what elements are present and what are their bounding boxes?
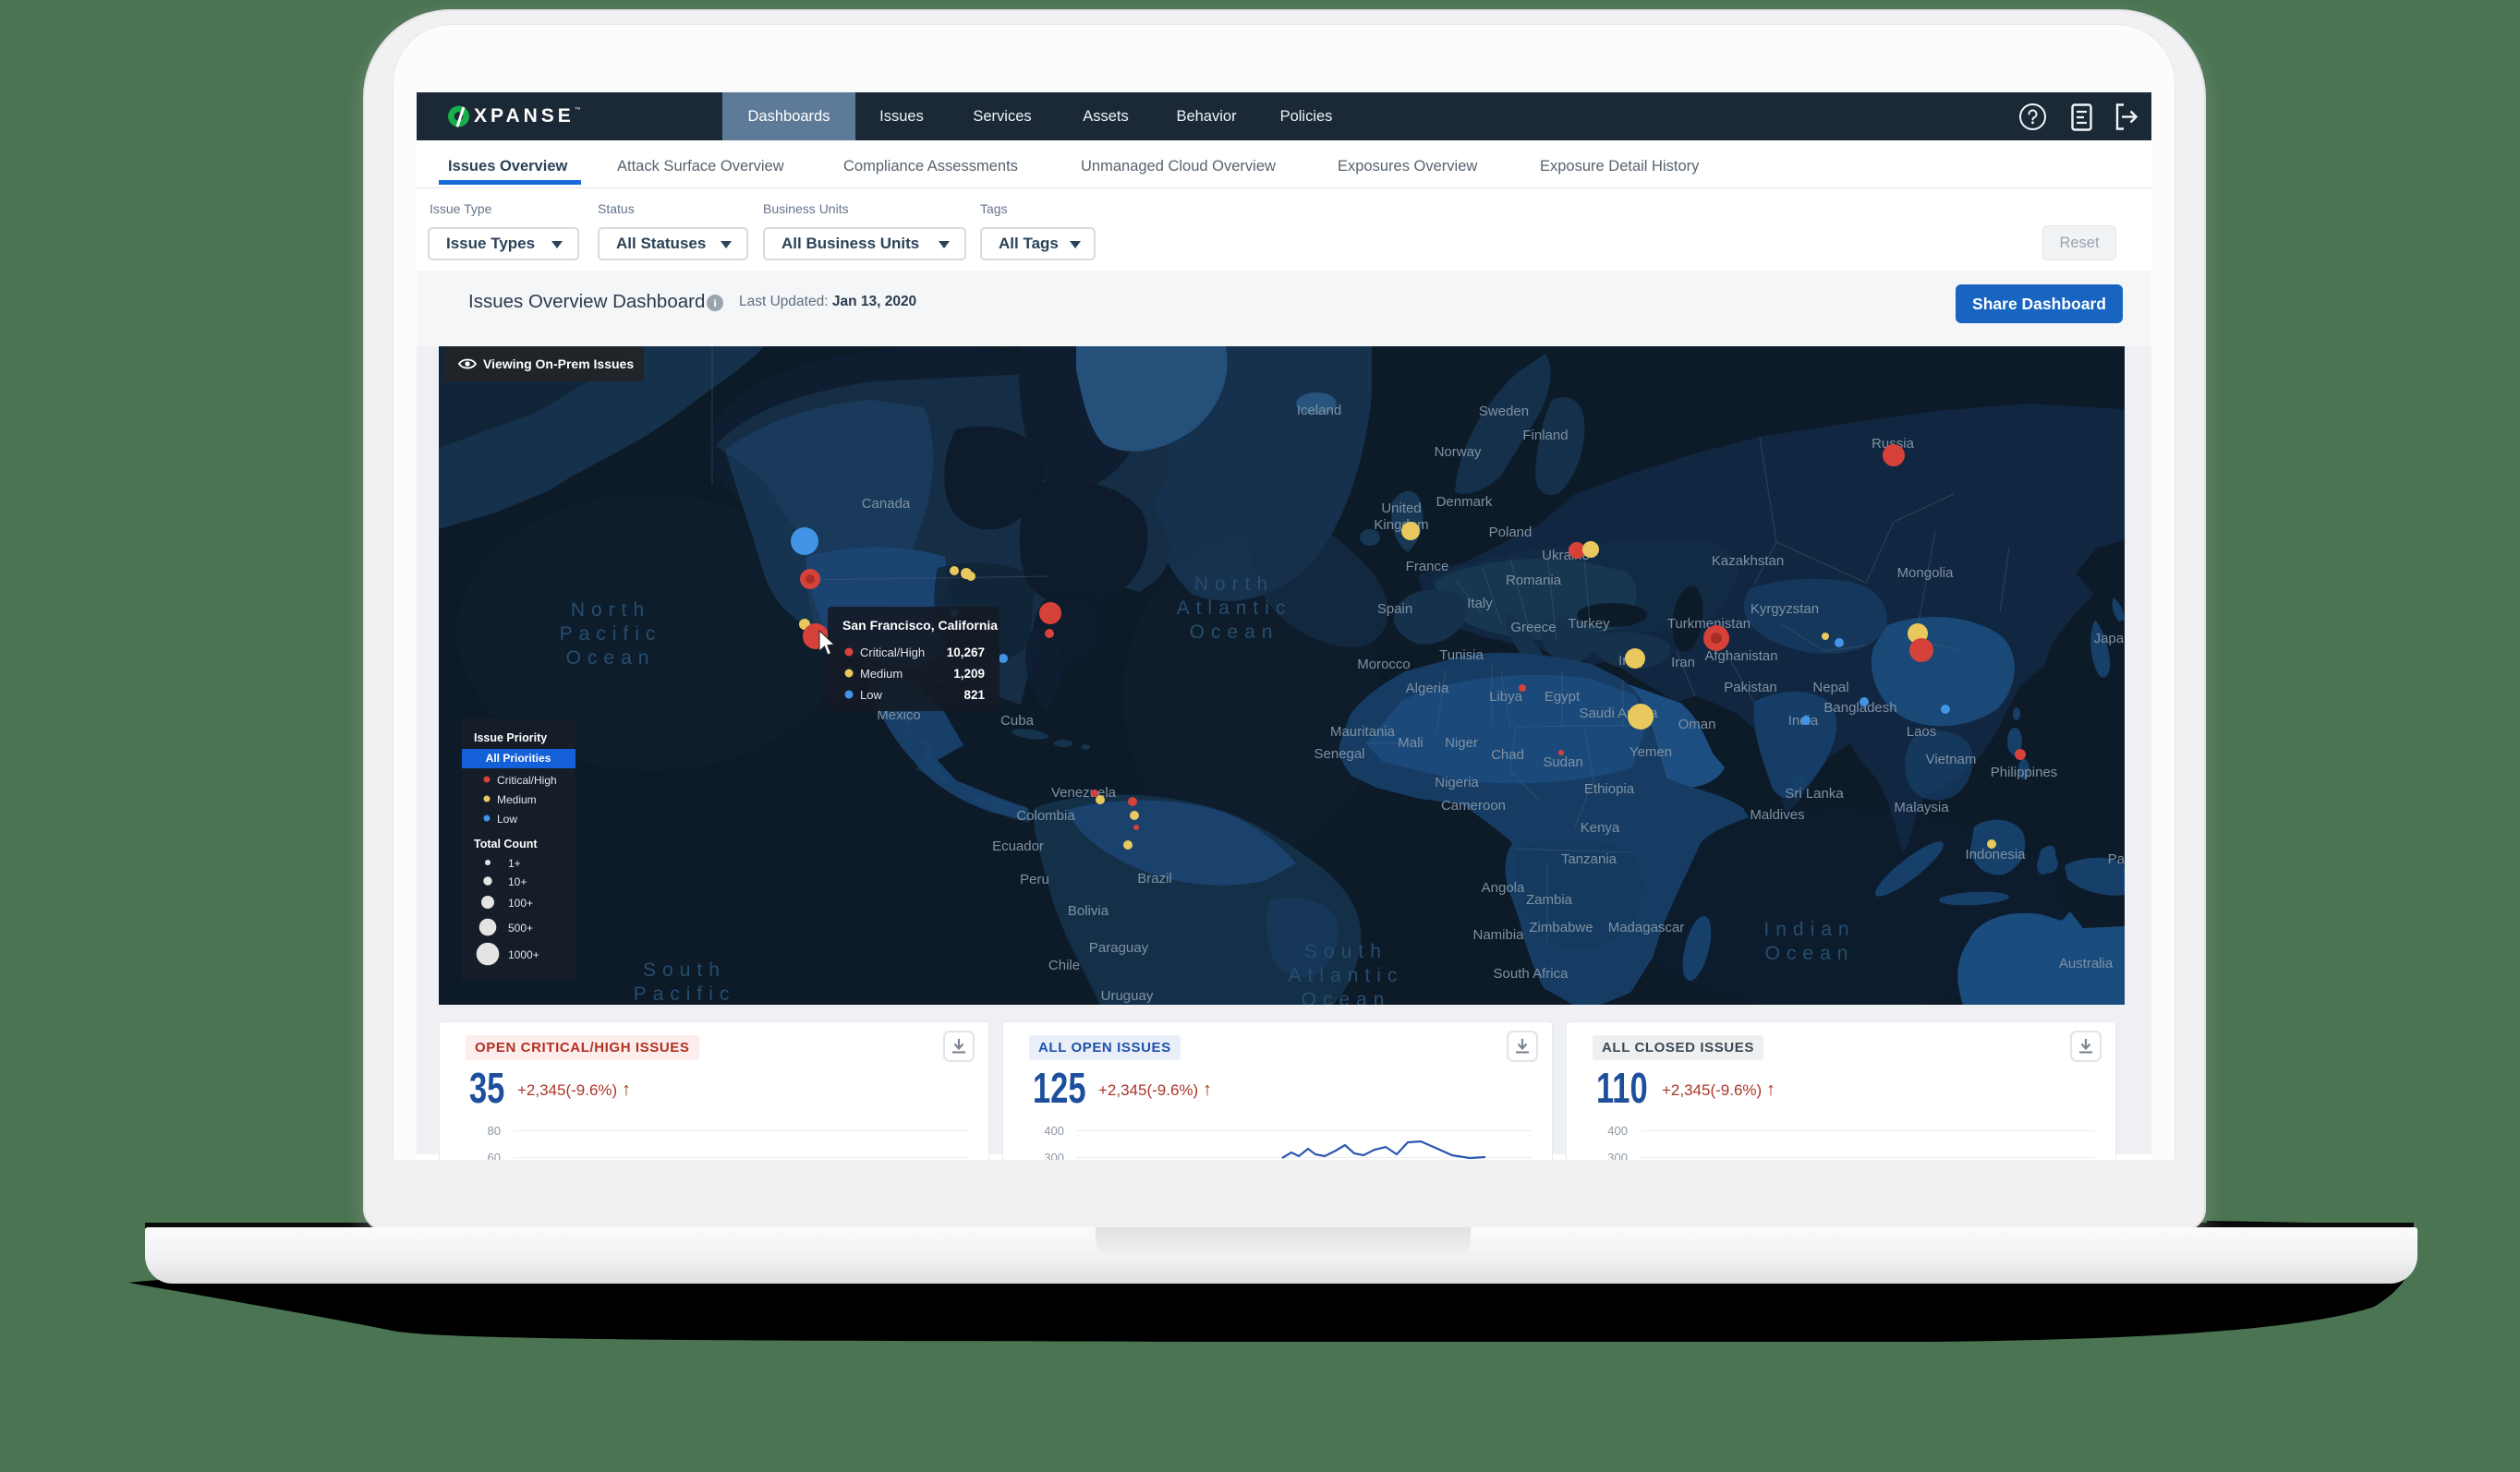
svg-text:San Francisco, California: San Francisco, California <box>842 618 998 633</box>
svg-text:Atlantic: Atlantic <box>1177 597 1292 619</box>
svg-text:Spain: Spain <box>1377 601 1412 617</box>
svg-text:Egypt: Egypt <box>1545 689 1581 705</box>
svg-text:All Priorities: All Priorities <box>486 752 551 765</box>
svg-text:10+: 10+ <box>508 875 527 888</box>
svg-text:France: France <box>1406 559 1449 574</box>
svg-text:Mongolia: Mongolia <box>1897 565 1955 581</box>
svg-text:Indian: Indian <box>1763 919 1855 940</box>
svg-text:Romania: Romania <box>1506 573 1562 588</box>
svg-text:Zimbabwe: Zimbabwe <box>1529 920 1593 935</box>
svg-text:Canada: Canada <box>862 496 911 512</box>
svg-text:Morocco: Morocco <box>1357 657 1411 672</box>
svg-text:Peru: Peru <box>1020 872 1049 887</box>
svg-text:821: 821 <box>963 688 985 702</box>
svg-text:Tanzania: Tanzania <box>1561 851 1617 867</box>
svg-text:South: South <box>643 959 726 981</box>
svg-text:Sri Lanka: Sri Lanka <box>1785 786 1844 802</box>
svg-text:Yemen: Yemen <box>1630 744 1672 760</box>
svg-text:Madagascar: Madagascar <box>1608 920 1685 935</box>
svg-text:Denmark: Denmark <box>1436 494 1493 510</box>
svg-text:Namibia: Namibia <box>1472 927 1524 943</box>
svg-text:Ecuador: Ecuador <box>992 839 1044 854</box>
svg-text:Norway: Norway <box>1435 444 1482 460</box>
svg-text:Ocean: Ocean <box>1190 621 1279 643</box>
svg-text:Mauritania: Mauritania <box>1330 724 1396 740</box>
svg-text:Vietnam: Vietnam <box>1926 752 1977 767</box>
svg-text:Kyrgyzstan: Kyrgyzstan <box>1751 601 1819 617</box>
svg-text:Zambia: Zambia <box>1526 892 1573 908</box>
svg-text:Niger: Niger <box>1445 735 1478 751</box>
svg-text:Iceland: Iceland <box>1297 403 1341 418</box>
svg-text:Issue Priority: Issue Priority <box>474 731 547 744</box>
svg-text:Indonesia: Indonesia <box>1965 847 2026 863</box>
svg-text:Turkey: Turkey <box>1568 616 1610 632</box>
svg-text:Viewing On-Prem Issues: Viewing On-Prem Issues <box>483 356 634 371</box>
svg-text:Senegal: Senegal <box>1314 746 1364 762</box>
svg-text:Pacific: Pacific <box>634 983 736 1005</box>
svg-text:Kazakhstan: Kazakhstan <box>1712 553 1784 569</box>
svg-text:Chile: Chile <box>1048 958 1080 973</box>
svg-text:Sweden: Sweden <box>1479 404 1529 419</box>
svg-text:Maldives: Maldives <box>1750 807 1804 823</box>
svg-text:Kenya: Kenya <box>1581 820 1620 836</box>
svg-text:Ocean: Ocean <box>1302 989 1391 1005</box>
svg-text:Malaysia: Malaysia <box>1894 800 1949 815</box>
svg-text:North: North <box>1194 573 1274 595</box>
svg-text:Poland: Poland <box>1489 525 1533 540</box>
svg-text:1+: 1+ <box>508 857 521 870</box>
svg-text:Finland: Finland <box>1522 428 1568 443</box>
svg-text:South Africa: South Africa <box>1494 966 1569 982</box>
svg-text:Tunisia: Tunisia <box>1439 647 1484 663</box>
svg-text:Iran: Iran <box>1671 655 1695 670</box>
svg-text:Colombia: Colombia <box>1016 808 1075 824</box>
svg-text:Philippines: Philippines <box>1991 765 2058 780</box>
svg-text:Medium: Medium <box>860 667 903 681</box>
svg-text:Nigeria: Nigeria <box>1435 775 1479 790</box>
svg-text:Oman: Oman <box>1678 717 1716 732</box>
svg-text:Paraguay: Paraguay <box>1089 940 1149 956</box>
svg-text:Ethiopia: Ethiopia <box>1584 781 1635 797</box>
svg-text:Ocean: Ocean <box>1765 943 1855 964</box>
svg-text:10,267: 10,267 <box>947 646 985 659</box>
svg-text:Critical/High: Critical/High <box>860 646 925 659</box>
svg-text:Libya: Libya <box>1489 689 1523 705</box>
svg-text:Sudan: Sudan <box>1543 754 1582 770</box>
svg-text:Cuba: Cuba <box>1000 713 1035 729</box>
svg-text:500+: 500+ <box>508 922 533 935</box>
svg-text:Algeria: Algeria <box>1406 681 1449 696</box>
svg-text:Laos: Laos <box>1907 724 1937 740</box>
svg-text:Critical/High: Critical/High <box>497 774 557 787</box>
svg-text:Japan: Japan <box>2094 631 2125 646</box>
svg-text:Uruguay: Uruguay <box>1101 988 1154 1004</box>
svg-text:Medium: Medium <box>497 793 537 806</box>
svg-text:Angola: Angola <box>1482 880 1525 896</box>
svg-text:Greece: Greece <box>1510 620 1556 635</box>
svg-text:United: United <box>1381 501 1421 516</box>
svg-text:Pap: Pap <box>2108 851 2125 867</box>
svg-text:1,209: 1,209 <box>953 667 985 681</box>
svg-text:Total Count: Total Count <box>474 838 538 851</box>
svg-text:Pacific: Pacific <box>560 623 662 645</box>
svg-text:Chad: Chad <box>1491 747 1524 763</box>
svg-text:Mali: Mali <box>1398 735 1424 751</box>
svg-text:North: North <box>571 599 650 621</box>
svg-text:Venezuela: Venezuela <box>1051 785 1117 801</box>
svg-text:Italy: Italy <box>1467 596 1493 611</box>
svg-text:Cameroon: Cameroon <box>1441 798 1506 814</box>
svg-text:Low: Low <box>860 688 882 702</box>
svg-text:Ocean: Ocean <box>566 647 656 669</box>
svg-text:Brazil: Brazil <box>1137 871 1172 887</box>
svg-text:Kingdom: Kingdom <box>1374 517 1428 533</box>
svg-text:1000+: 1000+ <box>508 948 539 961</box>
svg-text:Low: Low <box>497 813 517 826</box>
svg-text:Atlantic: Atlantic <box>1289 965 1404 986</box>
svg-text:Nepal: Nepal <box>1812 680 1848 695</box>
svg-text:South: South <box>1304 941 1387 962</box>
svg-text:Bolivia: Bolivia <box>1068 903 1109 919</box>
svg-text:Pakistan: Pakistan <box>1724 680 1777 695</box>
svg-text:100+: 100+ <box>508 897 533 910</box>
svg-text:Australia: Australia <box>2059 956 2114 971</box>
